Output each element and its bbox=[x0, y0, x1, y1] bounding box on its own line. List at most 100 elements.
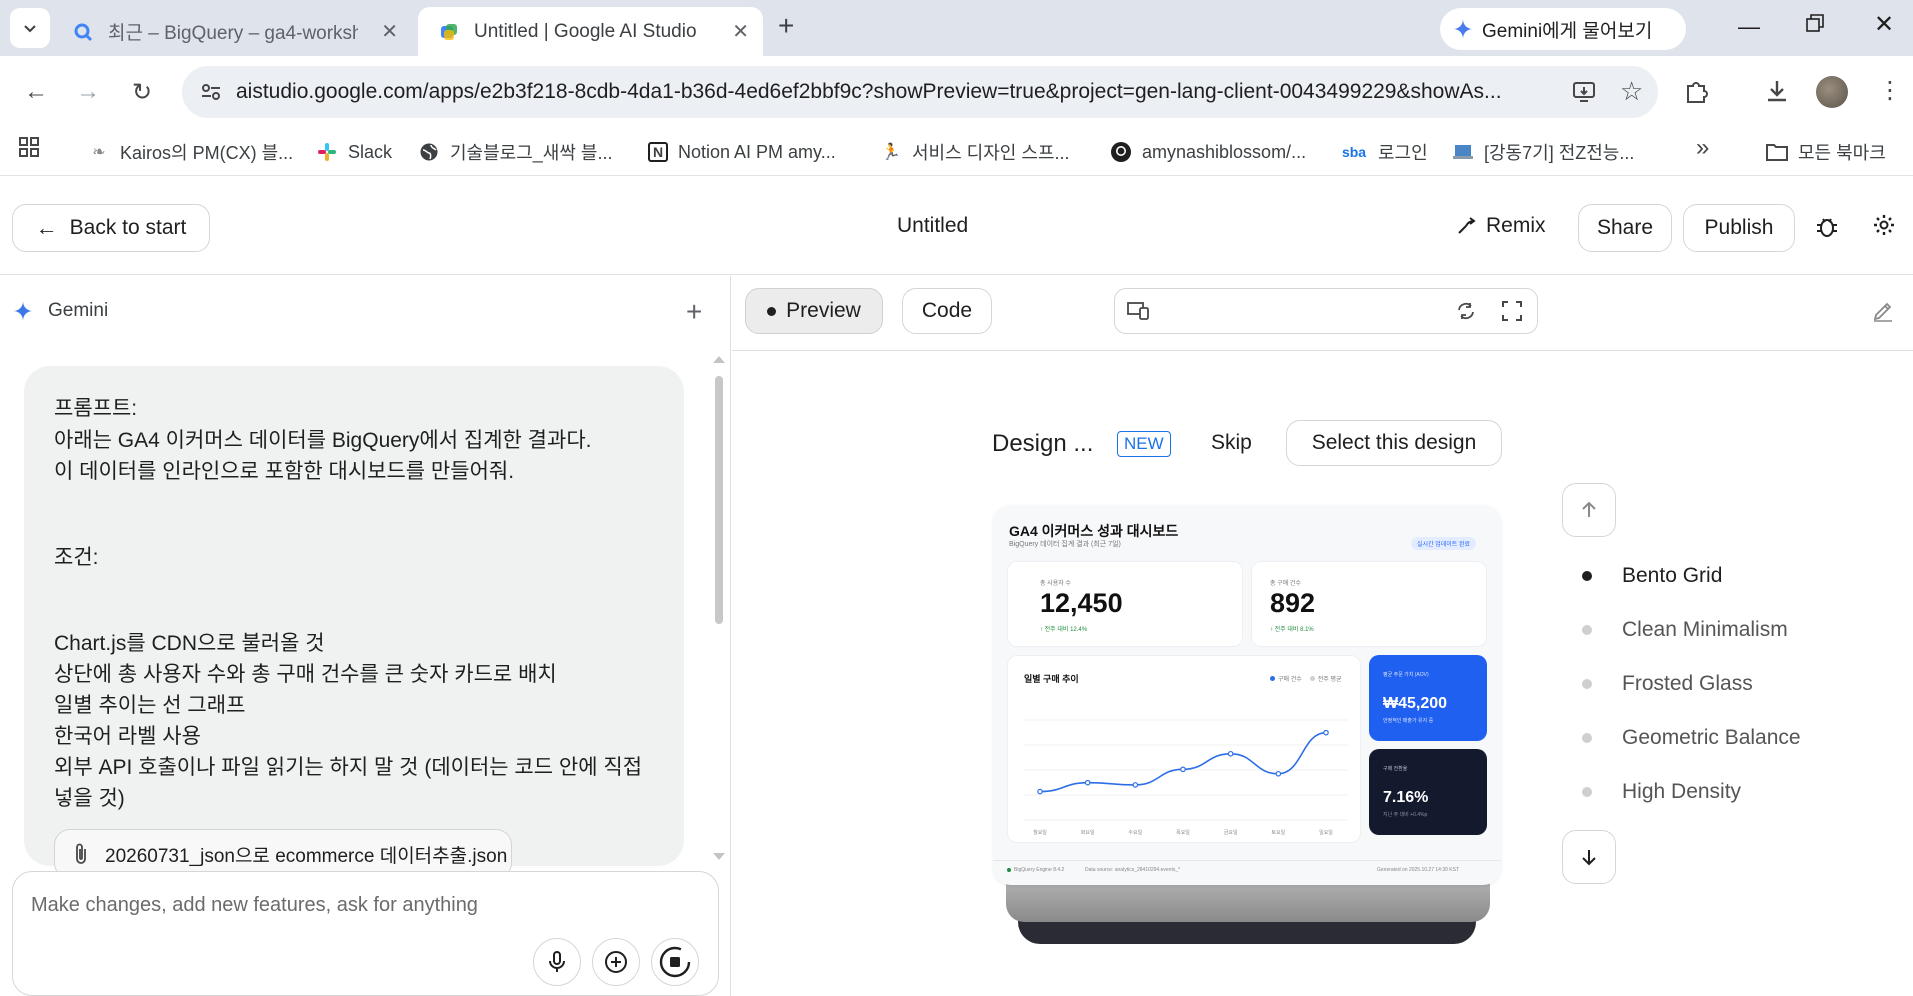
x-tick-label: 화요일 bbox=[1081, 829, 1095, 836]
publish-button[interactable]: Publish bbox=[1683, 204, 1795, 252]
restore-window-icon[interactable] bbox=[1806, 14, 1826, 34]
tab-title: Untitled | Google AI Studio bbox=[474, 20, 697, 42]
dashboard-footer bbox=[993, 860, 1501, 861]
tab-code[interactable]: Code bbox=[902, 288, 992, 334]
profile-avatar[interactable] bbox=[1816, 76, 1848, 108]
address-bar[interactable]: aistudio.google.com/apps/e2b3f218-8cdb-4… bbox=[182, 66, 1658, 118]
next-style-button[interactable] bbox=[1562, 830, 1616, 884]
devices-icon[interactable] bbox=[1127, 301, 1151, 321]
browser-tab-bigquery[interactable]: 최근 – BigQuery – ga4-worksh ✕ bbox=[52, 7, 412, 56]
bug-report-icon[interactable] bbox=[1816, 214, 1840, 240]
stop-generation-button[interactable] bbox=[651, 938, 699, 986]
bookmark-item[interactable]: Slack bbox=[316, 134, 392, 170]
prompt-line: Chart.js를 CDN으로 불러올 것 bbox=[54, 632, 325, 655]
chevron-down-icon bbox=[24, 25, 36, 33]
unselected-dot-icon bbox=[1582, 787, 1592, 797]
tab-search-button[interactable] bbox=[10, 8, 50, 48]
microphone-button[interactable] bbox=[533, 938, 581, 986]
style-option-bento-grid[interactable]: Bento Grid bbox=[1582, 564, 1722, 588]
bookmark-item[interactable]: sba 로그인 bbox=[1340, 134, 1428, 170]
chat-scrollbar[interactable] bbox=[713, 356, 725, 860]
bookmark-item[interactable]: amynashiblossom/... bbox=[1110, 134, 1306, 170]
bookmark-item[interactable]: 기술블로그_새싹 블... bbox=[418, 134, 613, 170]
all-bookmarks-folder[interactable]: 모든 북마크 bbox=[1766, 134, 1886, 170]
design-preview-card[interactable]: GA4 이커머스 성과 대시보드 BigQuery 데이터 집계 결과 (최근 … bbox=[993, 505, 1501, 885]
fullscreen-icon[interactable] bbox=[1501, 300, 1523, 322]
forward-arrow-icon[interactable]: → bbox=[68, 72, 108, 112]
prompt-line: 이 데이터를 인라인으로 포함한 대시보드를 만들어줘. bbox=[54, 460, 515, 483]
unselected-dot-icon bbox=[1582, 733, 1592, 743]
select-design-button[interactable]: Select this design bbox=[1286, 420, 1502, 466]
previous-style-button[interactable] bbox=[1562, 483, 1616, 537]
style-option-geometric-balance[interactable]: Geometric Balance bbox=[1582, 726, 1801, 750]
github-icon bbox=[1110, 141, 1132, 163]
skip-button[interactable]: Skip bbox=[1211, 431, 1252, 455]
close-window-icon[interactable]: ✕ bbox=[1874, 10, 1894, 39]
downloads-icon[interactable] bbox=[1764, 78, 1792, 106]
more-bookmarks-icon[interactable]: » bbox=[1696, 134, 1709, 162]
design-label: Design ... bbox=[992, 430, 1094, 457]
scroll-up-arrow[interactable] bbox=[713, 356, 725, 363]
conversion-value: 7.16% bbox=[1383, 789, 1429, 806]
unselected-dot-icon bbox=[1582, 679, 1592, 689]
scrollbar-thumb[interactable] bbox=[715, 376, 723, 624]
remix-button[interactable]: Remix bbox=[1456, 214, 1546, 238]
back-to-start-button[interactable]: ← Back to start bbox=[12, 204, 210, 252]
users-value: 12,450 bbox=[1040, 588, 1123, 618]
edit-pencil-icon[interactable] bbox=[1872, 300, 1896, 324]
close-tab-icon[interactable]: ✕ bbox=[732, 19, 749, 44]
browser-menu-icon[interactable]: ⋮ bbox=[1878, 76, 1902, 105]
style-option-high-density[interactable]: High Density bbox=[1582, 780, 1741, 804]
url-text: aistudio.google.com/apps/e2b3f218-8cdb-4… bbox=[236, 80, 1502, 103]
gemini-sparkle-icon bbox=[13, 301, 33, 321]
scroll-down-arrow[interactable] bbox=[713, 853, 725, 860]
install-app-icon[interactable] bbox=[1572, 80, 1596, 104]
data-point bbox=[1132, 782, 1139, 788]
bookmark-item[interactable]: [강동7기] 전Z전능... bbox=[1452, 134, 1634, 170]
gemini-ask-button[interactable]: Gemini에게 물어보기 bbox=[1440, 8, 1686, 50]
users-kpi-card: 총 사용자 수 12,450 ↑ 전주 대비 12.4% bbox=[1007, 561, 1243, 647]
paperclip-icon bbox=[76, 843, 86, 864]
prompt-line: 프롬프트: bbox=[54, 397, 138, 420]
purchases-value: 892 bbox=[1270, 588, 1316, 618]
x-tick-label: 토요일 bbox=[1271, 829, 1285, 836]
tab-preview[interactable]: Preview bbox=[745, 288, 883, 334]
add-attachment-button[interactable] bbox=[592, 938, 640, 986]
prompt-line: 한국어 라벨 사용 bbox=[54, 725, 201, 748]
stop-icon bbox=[659, 946, 691, 978]
dashboard-subtitle: BigQuery 데이터 집계 결과 (최근 7일) bbox=[1009, 541, 1121, 548]
close-tab-icon[interactable]: ✕ bbox=[381, 19, 398, 44]
bookmark-item[interactable]: 🏃 서비스 디자인 스프... bbox=[880, 134, 1069, 170]
x-tick-label: 금요일 bbox=[1224, 829, 1238, 836]
page-title: Untitled bbox=[897, 214, 969, 237]
extensions-icon[interactable] bbox=[1684, 78, 1712, 106]
style-option-clean-minimalism[interactable]: Clean Minimalism bbox=[1582, 618, 1788, 642]
bookmark-star-icon[interactable]: ☆ bbox=[1620, 76, 1643, 107]
slack-icon bbox=[316, 141, 338, 163]
rotate-icon[interactable] bbox=[1455, 300, 1477, 322]
x-tick-label: 일요일 bbox=[1319, 829, 1333, 836]
settings-gear-icon[interactable] bbox=[1872, 213, 1898, 239]
device-url-bar[interactable] bbox=[1114, 288, 1538, 334]
ai-studio-icon bbox=[438, 21, 460, 43]
bookmark-item[interactable]: N Notion AI PM amy... bbox=[648, 134, 836, 170]
browser-tab-ai-studio[interactable]: Untitled | Google AI Studio ✕ bbox=[418, 7, 763, 56]
chat-input[interactable]: Make changes, add new features, ask for … bbox=[31, 894, 478, 917]
trend-chart-card: 일별 구매 추이 구매 건수 전주 평균 월요일 화요일 수요일 목요일 금요일 토요일 일… bbox=[1007, 655, 1361, 843]
data-point bbox=[1084, 779, 1091, 786]
style-option-frosted-glass[interactable]: Frosted Glass bbox=[1582, 672, 1753, 696]
share-button[interactable]: Share bbox=[1578, 204, 1672, 252]
plus-circle-icon bbox=[605, 951, 627, 973]
back-arrow-icon[interactable]: ← bbox=[16, 72, 56, 112]
x-tick-label: 수요일 bbox=[1128, 829, 1142, 836]
apps-grid-icon[interactable] bbox=[18, 136, 42, 160]
reload-icon[interactable]: ↻ bbox=[122, 72, 162, 112]
site-settings-icon[interactable] bbox=[200, 81, 222, 103]
new-chat-plus-icon[interactable]: + bbox=[686, 296, 702, 328]
minimize-window-icon[interactable]: — bbox=[1738, 14, 1760, 40]
arrow-down-icon bbox=[1582, 850, 1596, 866]
x-tick-label: 목요일 bbox=[1176, 829, 1190, 836]
series-line bbox=[1039, 731, 1327, 793]
new-tab-button[interactable]: + bbox=[778, 10, 794, 42]
bookmark-item[interactable]: ❧ Kairos의 PM(CX) 블... bbox=[88, 134, 293, 170]
